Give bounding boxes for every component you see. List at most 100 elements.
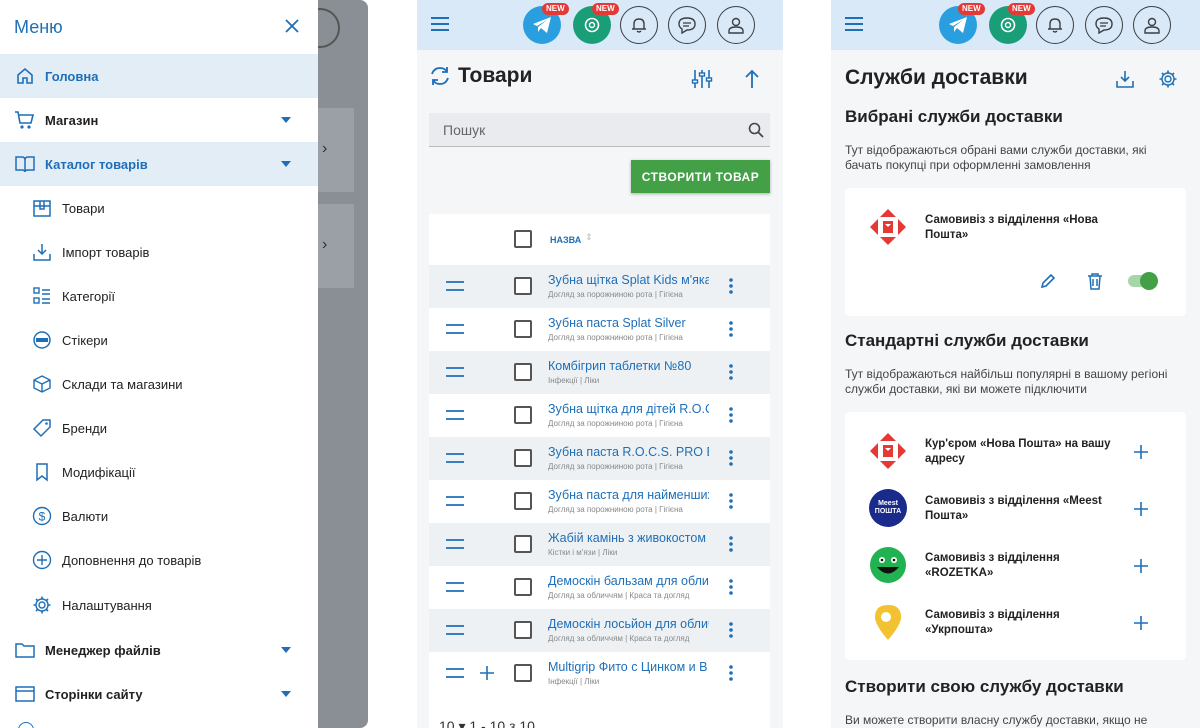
drag-handle-icon[interactable] [446, 624, 464, 636]
select-all-checkbox[interactable] [514, 230, 532, 248]
drag-handle-icon[interactable] [446, 581, 464, 593]
row-checkbox[interactable] [514, 492, 532, 510]
drag-handle-icon[interactable] [446, 409, 464, 421]
row-checkbox[interactable] [514, 363, 532, 381]
more-vert-icon[interactable] [729, 536, 733, 552]
product-name[interactable]: Multigrip Фито с Цинком и B [548, 660, 709, 674]
table-row[interactable]: Демоскін лосьйон для обличчя Догляд за об… [429, 609, 770, 652]
enabled-toggle[interactable] [1128, 272, 1158, 290]
submenu-item-brands[interactable]: Бренди [0, 406, 318, 450]
drag-handle-icon[interactable] [446, 538, 464, 550]
search-input[interactable]: Пошук [429, 113, 770, 147]
edit-icon[interactable] [1040, 273, 1056, 289]
table-row[interactable]: Зубна паста Splat Silver Догляд за порожн… [429, 308, 770, 351]
product-name[interactable]: Зубна паста R.O.C.S. PRO Brackets [548, 445, 709, 459]
submenu-item-modifications[interactable]: Модифікації [0, 450, 318, 494]
add-icon[interactable] [1133, 501, 1149, 517]
trash-icon[interactable] [1087, 272, 1103, 290]
table-row[interactable]: Зубна паста R.O.C.S. PRO Brackets Догляд … [429, 437, 770, 480]
add-icon[interactable] [1133, 558, 1149, 574]
drag-handle-icon[interactable] [446, 280, 464, 292]
hamburger-menu-icon[interactable] [431, 17, 449, 31]
drag-handle-icon[interactable] [446, 323, 464, 335]
table-row[interactable]: Multigrip Фито с Цинком и B Інфекції | Лі… [429, 652, 770, 695]
table-row[interactable]: Зубна паста для найменших Догляд за порож… [429, 480, 770, 523]
chatgpt-icon[interactable]: NEW [573, 3, 619, 44]
row-checkbox[interactable] [514, 578, 532, 596]
drag-handle-icon[interactable] [446, 495, 464, 507]
submenu-item-warehouses[interactable]: Склади та магазини [0, 362, 318, 406]
more-vert-icon[interactable] [729, 364, 733, 380]
product-name[interactable]: Комбігрип таблетки №80 [548, 359, 709, 373]
table-row[interactable]: Зубна щітка Splat Kids м'яка Догляд за по… [429, 265, 770, 308]
row-checkbox[interactable] [514, 449, 532, 467]
product-name[interactable]: Зубна щітка Splat Kids м'яка [548, 273, 709, 287]
submenu-item-products[interactable]: Товари [0, 186, 318, 230]
row-checkbox[interactable] [514, 406, 532, 424]
chatgpt-icon[interactable]: NEW [989, 3, 1035, 44]
more-vert-icon[interactable] [729, 278, 733, 294]
table-row[interactable]: Зубна щітка для дітей R.O.C.S. Догляд за … [429, 394, 770, 437]
menu-item-home[interactable]: Головна [0, 54, 318, 98]
sort-up-icon[interactable] [744, 69, 760, 89]
product-name[interactable]: Жабій камінь з живокостом [548, 531, 709, 545]
product-name[interactable]: Зубна щітка для дітей R.O.C.S. [548, 402, 709, 416]
telegram-icon[interactable]: NEW [939, 3, 985, 44]
more-vert-icon[interactable] [729, 321, 733, 337]
gear-icon[interactable] [1158, 69, 1178, 89]
product-name[interactable]: Зубна паста Splat Silver [548, 316, 709, 330]
more-vert-icon[interactable] [729, 493, 733, 509]
refresh-icon[interactable] [429, 65, 451, 87]
drag-handle-icon[interactable] [446, 366, 464, 378]
sort-icon[interactable]: ⇕ [585, 232, 593, 243]
product-name[interactable]: Зубна паста для найменших [548, 488, 709, 502]
table-row[interactable]: Комбігрип таблетки №80 Інфекції | Ліки [429, 351, 770, 394]
bell-icon[interactable] [620, 6, 658, 44]
more-vert-icon[interactable] [729, 665, 733, 681]
submenu-item-stickers[interactable]: Стікери [0, 318, 318, 362]
telegram-icon[interactable]: NEW [523, 3, 569, 44]
more-vert-icon[interactable] [729, 622, 733, 638]
pagination[interactable]: 10 ▾ 1 - 10 з 10 [439, 718, 535, 728]
row-checkbox[interactable] [514, 320, 532, 338]
add-icon[interactable] [1133, 444, 1149, 460]
table-row[interactable]: Демоскін бальзам для обличчя Догляд за об… [429, 566, 770, 609]
submenu-item-currencies[interactable]: $ Валюти [0, 494, 318, 538]
help-icon[interactable] [18, 722, 34, 728]
chat-icon[interactable] [1085, 6, 1123, 44]
user-icon[interactable] [717, 6, 755, 44]
row-checkbox[interactable] [514, 535, 532, 553]
submenu-item-settings[interactable]: Налаштування [0, 582, 318, 628]
hamburger-menu-icon[interactable] [845, 17, 863, 31]
submenu-item-categories[interactable]: Категорії [0, 274, 318, 318]
drag-handle-icon[interactable] [446, 452, 464, 464]
submenu-item-import[interactable]: Імпорт товарів [0, 230, 318, 274]
download-icon[interactable] [1115, 69, 1135, 89]
product-name[interactable]: Демоскін бальзам для обличчя [548, 574, 709, 588]
row-checkbox[interactable] [514, 621, 532, 639]
more-vert-icon[interactable] [729, 450, 733, 466]
menu-item-site-pages[interactable]: Сторінки сайту [0, 672, 318, 716]
table-row[interactable]: Жабій камінь з живокостом Кістки і м'язи … [429, 523, 770, 566]
more-vert-icon[interactable] [729, 579, 733, 595]
column-header-name[interactable]: НАЗВА [550, 235, 581, 245]
row-checkbox[interactable] [514, 664, 532, 682]
menu-item-catalog[interactable]: Каталог товарів [0, 142, 318, 186]
chat-icon[interactable] [668, 6, 706, 44]
user-icon[interactable] [1133, 6, 1171, 44]
close-icon[interactable] [284, 18, 302, 36]
add-icon[interactable] [479, 665, 495, 681]
row-checkbox[interactable] [514, 277, 532, 295]
create-product-button[interactable]: СТВОРИТИ ТОВАР [631, 160, 770, 193]
search-icon[interactable] [748, 122, 764, 138]
menu-item-file-manager[interactable]: Менеджер файлів [0, 628, 318, 672]
add-icon[interactable] [1133, 615, 1149, 631]
menu-item-shop[interactable]: Магазин [0, 98, 318, 142]
submenu-item-addons[interactable]: Доповнення до товарів [0, 538, 318, 582]
filter-icon[interactable] [691, 68, 713, 90]
more-vert-icon[interactable] [729, 407, 733, 423]
drag-handle-icon[interactable] [446, 667, 464, 679]
bell-icon[interactable] [1036, 6, 1074, 44]
cube-icon [32, 374, 52, 394]
product-name[interactable]: Демоскін лосьйон для обличчя [548, 617, 709, 631]
